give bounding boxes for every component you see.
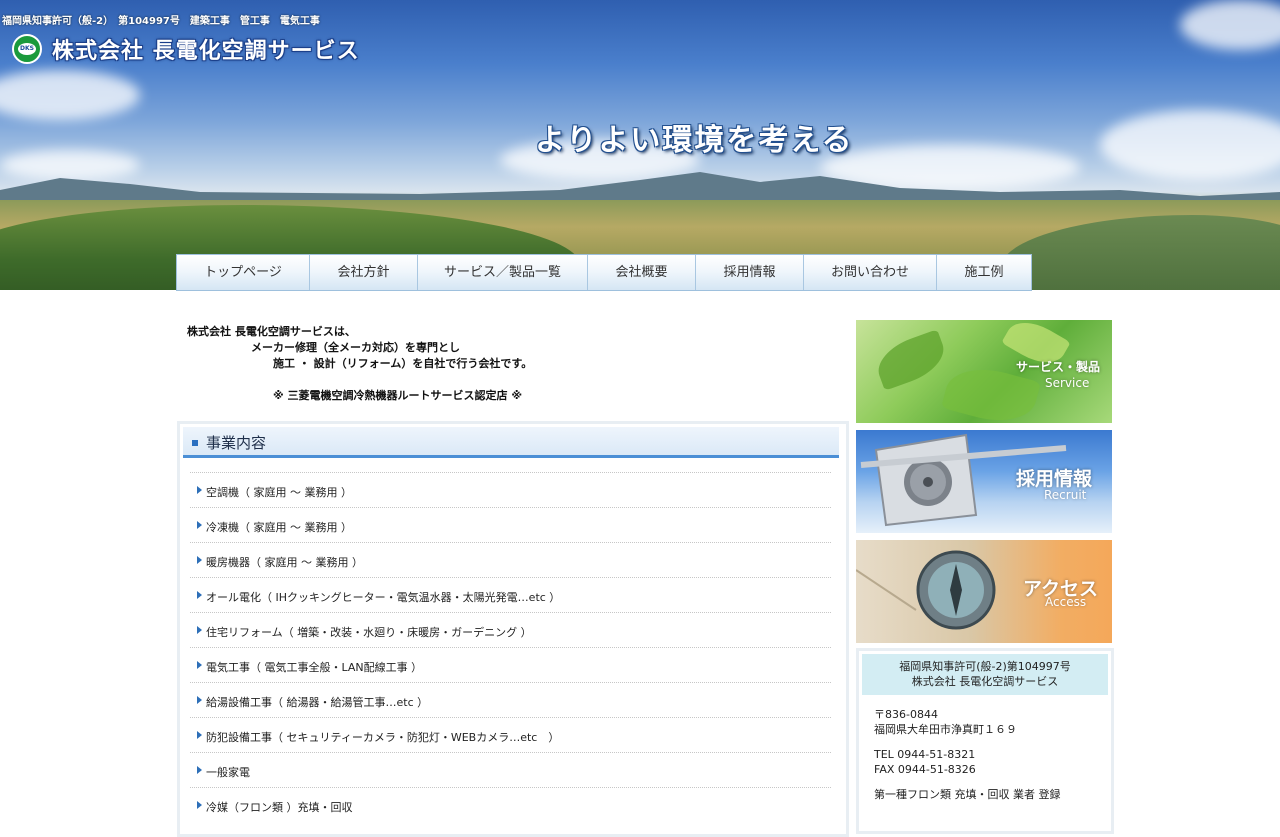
cloud [1180,0,1280,50]
cloud [0,70,140,120]
nav-item-recruit[interactable]: 採用情報 [696,255,804,290]
info-header: 福岡県知事許可(般-2)第104997号 株式会社 長電化空調サービス [862,654,1108,695]
intro-text: 株式会社 長電化空調サービスは、 メーカー修理（全メーカ対応）を専門とし 施工 … [187,324,532,404]
triangle-right-icon [197,696,202,704]
banner-title: 採用情報 [1016,468,1093,490]
intro-line: メーカー修理（全メーカ対応）を専門とし [251,341,460,354]
dks-logo-icon: DKS [12,34,42,64]
nav-item-top[interactable]: トップページ [177,255,310,290]
triangle-right-icon [197,626,202,634]
company-info-box: 福岡県知事許可(般-2)第104997号 株式会社 長電化空調サービス 〒836… [856,648,1114,834]
list-item[interactable]: 防犯設備工事（ セキュリティーカメラ・防犯灯・WEBカメラ…etc ） [190,717,831,752]
tel: TEL 0944-51-8321 [874,748,976,761]
list-item[interactable]: 暖房機器（ 家庭用 ～ 業務用 ） [190,542,831,577]
list-item[interactable]: 給湯設備工事（ 給湯器・給湯管工事…etc ） [190,682,831,717]
section-header: 事業内容 [183,427,839,458]
intro-line: 株式会社 長電化空調サービスは、 [187,325,356,338]
list-item[interactable]: 電気工事（ 電気工事全般・LAN配線工事 ） [190,647,831,682]
triangle-right-icon [197,521,202,529]
banner-subtitle: Recruit [1044,488,1087,502]
info-body: 〒836-0844 福岡県大牟田市浄真町１６９ TEL 0944-51-8321… [874,707,1061,802]
nav-item-contact[interactable]: お問い合わせ [804,255,937,290]
company-name: 株式会社 長電化空調サービス [52,39,360,64]
license-text: 福岡県知事許可（般-2） 第104997号 建築工事 管工事 電気工事 [2,16,320,27]
intro-line: 施工 ・ 設計（リフォーム）を自社で行う会社です。 [273,357,533,370]
header-banner: 福岡県知事許可（般-2） 第104997号 建築工事 管工事 電気工事 DKS … [0,0,1280,290]
list-item[interactable]: 住宅リフォーム（ 増築・改装・水廻り・床暖房・ガーデニング ） [190,612,831,647]
triangle-right-icon [197,801,202,809]
service-list: 空調機（ 家庭用 ～ 業務用 ） 冷凍機（ 家庭用 ～ 業務用 ） 暖房機器（ … [190,472,831,822]
access-banner[interactable]: アクセス Access [856,540,1112,643]
freon-registration: 第一種フロン類 充填・回収 業者 登録 [874,788,1061,801]
triangle-right-icon [197,591,202,599]
triangle-right-icon [197,766,202,774]
triangle-right-icon [197,486,202,494]
address: 福岡県大牟田市浄真町１６９ [874,723,1017,736]
triangle-right-icon [197,556,202,564]
list-item[interactable]: 空調機（ 家庭用 ～ 業務用 ） [190,472,831,507]
square-bullet-icon [192,440,198,446]
list-item[interactable]: 一般家電 [190,752,831,787]
list-item[interactable]: 冷凍機（ 家庭用 ～ 業務用 ） [190,507,831,542]
info-company-name: 株式会社 長電化空調サービス [911,675,1059,688]
service-banner[interactable]: サービス・製品 Service [856,320,1112,423]
fax: FAX 0944-51-8326 [874,763,976,776]
postal-code: 〒836-0844 [874,708,938,721]
triangle-right-icon [197,661,202,669]
banner-subtitle: Access [1045,595,1087,609]
nav-item-company[interactable]: 会社概要 [588,255,696,290]
list-item[interactable]: 冷媒（フロン類 ）充填・回収 [190,787,831,822]
banner-subtitle: Service [1045,376,1090,390]
site-logo[interactable]: DKS 株式会社 長電化空調サービス [12,33,360,65]
info-license: 福岡県知事許可(般-2)第104997号 [899,660,1071,673]
global-nav: トップページ 会社方針 サービス／製品一覧 会社概要 採用情報 お問い合わせ 施… [176,254,1032,291]
certification-note: ※ 三菱電機空調冷熱機器ルートサービス認定店 ※ [273,389,523,402]
banner-title: サービス・製品 [1016,360,1101,374]
nav-item-policy[interactable]: 会社方針 [310,255,418,290]
business-section: 事業内容 空調機（ 家庭用 ～ 業務用 ） 冷凍機（ 家庭用 ～ 業務用 ） 暖… [177,421,849,837]
nav-item-services[interactable]: サービス／製品一覧 [418,255,588,290]
list-item[interactable]: オール電化（ IHクッキングヒーター・電気温水器・太陽光発電…etc ） [190,577,831,612]
recruit-banner[interactable]: 採用情報 Recruit [856,430,1112,533]
triangle-right-icon [197,731,202,739]
tagline: よりよい環境を考える [535,123,854,158]
section-title: 事業内容 [206,434,267,452]
leaf-graphic [871,329,951,391]
nav-item-works[interactable]: 施工例 [937,255,1031,290]
